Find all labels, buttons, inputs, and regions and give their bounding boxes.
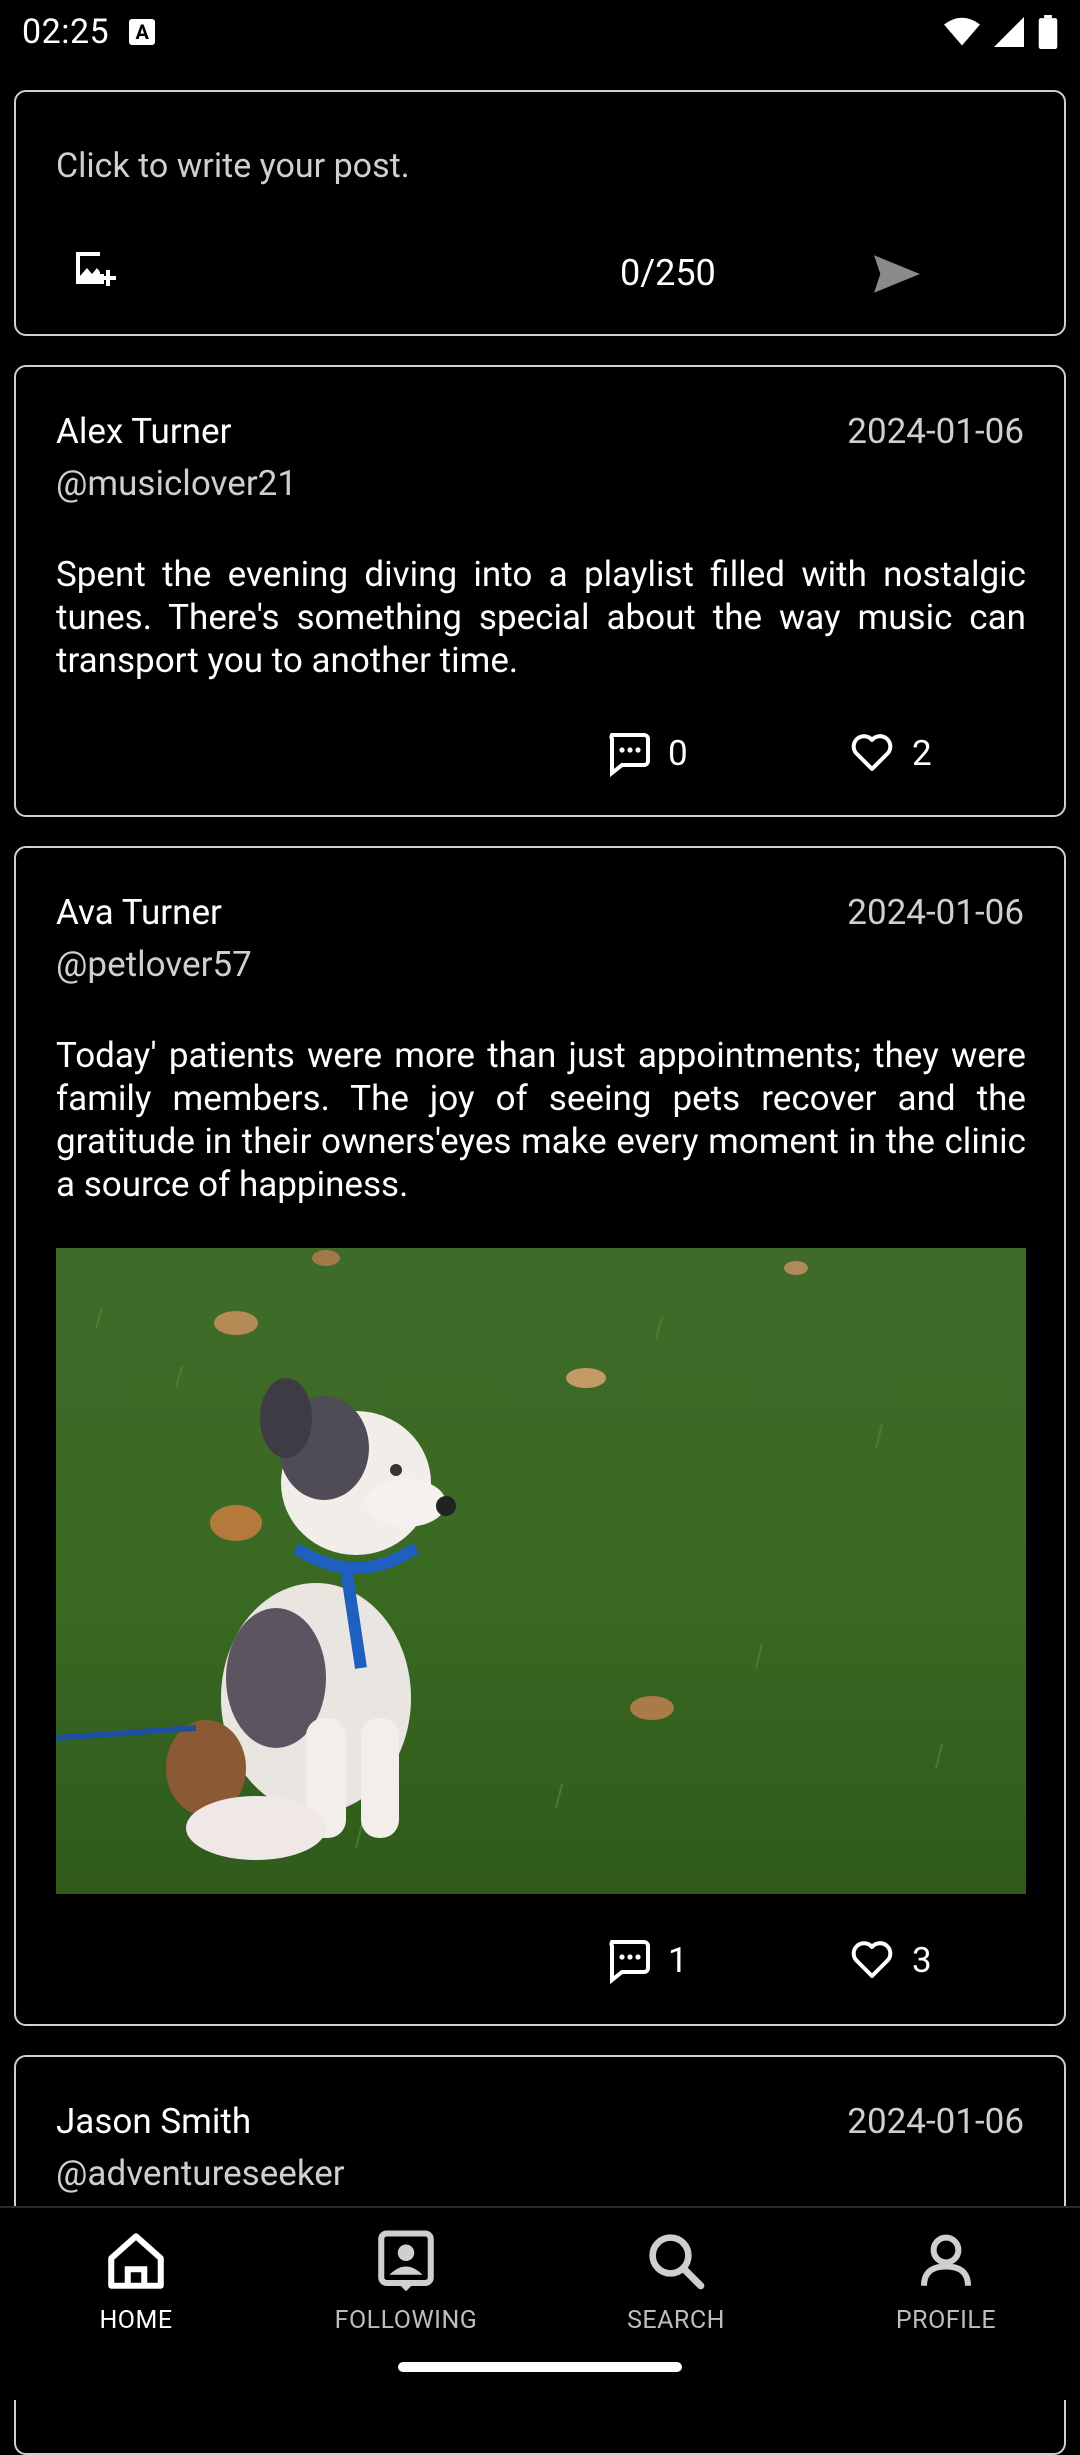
like-button[interactable]: 2 bbox=[848, 729, 932, 777]
post-author-handle[interactable]: @petlover57 bbox=[56, 944, 252, 985]
home-icon bbox=[108, 2233, 164, 2289]
post-actions: 0 2 bbox=[16, 729, 1064, 779]
comment-icon bbox=[609, 733, 650, 777]
post-author-name[interactable]: Jason Smith bbox=[56, 2101, 251, 2142]
like-button[interactable]: 3 bbox=[848, 1936, 932, 1984]
comment-button[interactable]: 0 bbox=[604, 729, 688, 777]
battery-icon bbox=[1038, 15, 1058, 49]
following-icon bbox=[378, 2230, 434, 2292]
post-card[interactable]: Ava Turner 2024-01-06 @petlover57 Today'… bbox=[14, 846, 1066, 2026]
post-date: 2024-01-06 bbox=[847, 892, 1024, 933]
add-image-icon[interactable] bbox=[70, 246, 118, 294]
status-bar: 02:25 A bbox=[0, 0, 1080, 64]
post-image[interactable] bbox=[56, 1248, 1026, 1894]
status-time: 02:25 bbox=[22, 12, 110, 52]
comment-button[interactable]: 1 bbox=[604, 1936, 688, 1984]
post-text: Today' patients were more than just appo… bbox=[56, 1035, 1026, 1205]
cell-signal-icon bbox=[994, 17, 1024, 47]
post-author-handle[interactable]: @adventureseeker bbox=[56, 2153, 345, 2194]
nav-following[interactable]: FOLLOWING bbox=[306, 2228, 506, 2335]
nav-search[interactable]: SEARCH bbox=[576, 2228, 776, 2335]
nav-home[interactable]: HOME bbox=[36, 2228, 236, 2335]
character-counter: 0/250 bbox=[620, 252, 716, 294]
post-author-name[interactable]: Alex Turner bbox=[56, 411, 231, 452]
search-icon bbox=[649, 2234, 705, 2290]
post-date: 2024-01-06 bbox=[847, 411, 1024, 452]
send-icon[interactable] bbox=[872, 252, 922, 296]
heart-icon bbox=[851, 1941, 893, 1978]
nav-profile[interactable]: PROFILE bbox=[846, 2228, 1046, 2335]
post-card[interactable]: Alex Turner 2024-01-06 @musiclover21 Spe… bbox=[14, 365, 1066, 817]
post-text: Spent the evening diving into a playlist… bbox=[56, 554, 1026, 681]
post-actions: 1 3 bbox=[16, 1936, 1064, 1986]
home-indicator[interactable] bbox=[398, 2362, 682, 2372]
post-date: 2024-01-06 bbox=[847, 2101, 1024, 2142]
puppy-photo bbox=[56, 1248, 1026, 1894]
heart-icon bbox=[851, 734, 893, 771]
post-author-handle[interactable]: @musiclover21 bbox=[56, 463, 297, 504]
nav-home-label: HOME bbox=[99, 2306, 173, 2335]
comment-count: 1 bbox=[668, 1939, 688, 1981]
post-author-name[interactable]: Ava Turner bbox=[56, 892, 222, 933]
nav-profile-label: PROFILE bbox=[895, 2306, 997, 2335]
composer-placeholder[interactable]: Click to write your post. bbox=[56, 146, 410, 186]
like-count: 3 bbox=[912, 1939, 932, 1981]
post-composer[interactable]: Click to write your post. 0/250 bbox=[14, 90, 1066, 336]
profile-icon bbox=[920, 2234, 972, 2286]
notification-a-icon: A bbox=[129, 19, 156, 45]
nav-following-label: FOLLOWING bbox=[334, 2306, 478, 2335]
comment-icon bbox=[609, 1940, 650, 1984]
comment-count: 0 bbox=[668, 732, 688, 774]
nav-search-label: SEARCH bbox=[627, 2306, 725, 2335]
wifi-icon bbox=[944, 17, 980, 46]
like-count: 2 bbox=[912, 732, 932, 774]
